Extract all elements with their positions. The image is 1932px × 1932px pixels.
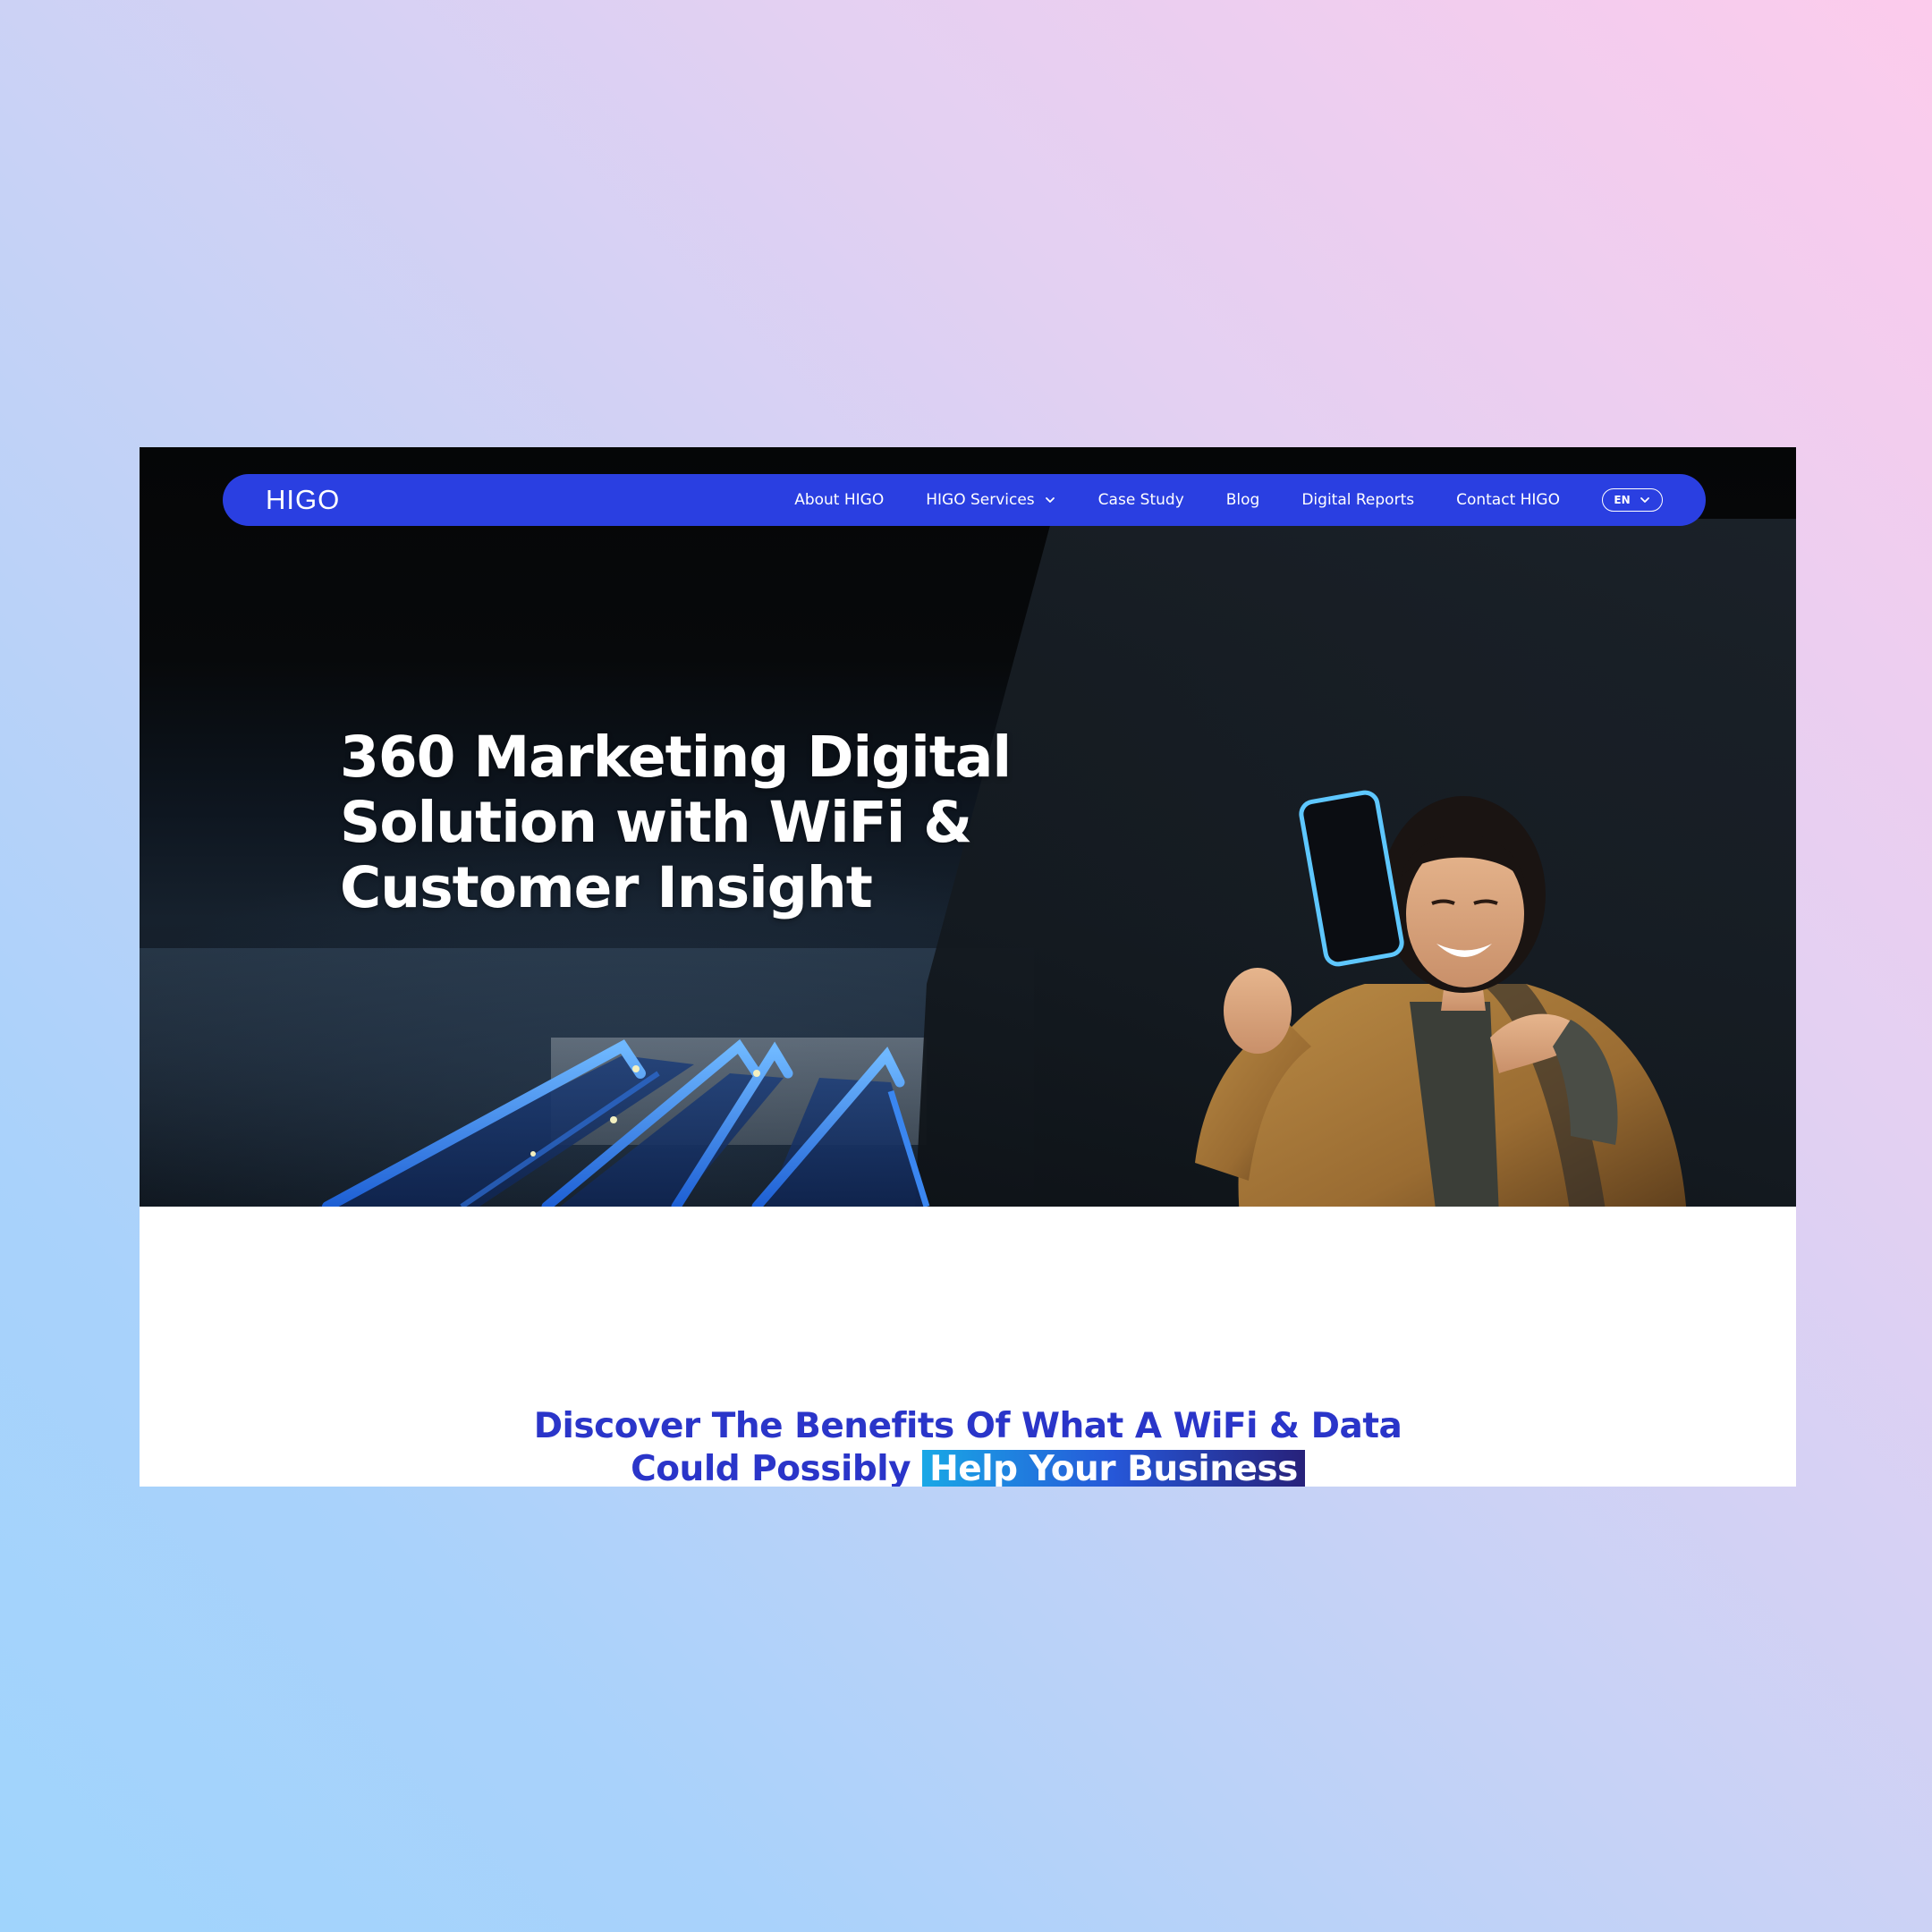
nav-link-digital-reports[interactable]: Digital Reports [1301, 491, 1414, 509]
nav-link-contact[interactable]: Contact HIGO [1456, 491, 1560, 509]
higo-logo[interactable]: HIGO [266, 484, 340, 516]
nav-link-case-study-label: Case Study [1097, 491, 1184, 509]
chevron-down-icon [1640, 497, 1649, 503]
benefits-heading-line-1: Discover The Benefits Of What A WiFi & D… [533, 1406, 1402, 1446]
nav-link-services[interactable]: HIGO Services [926, 491, 1055, 509]
website-screenshot: HIGO About HIGO HIGO Services Case Study… [140, 447, 1796, 1487]
nav-link-blog-label: Blog [1225, 491, 1260, 509]
nav-link-digital-reports-label: Digital Reports [1301, 491, 1415, 509]
benefits-section: Discover The Benefits Of What A WiFi & D… [140, 1207, 1796, 1487]
main-navbar: HIGO About HIGO HIGO Services Case Study… [223, 474, 1706, 526]
benefits-heading: Discover The Benefits Of What A WiFi & D… [140, 1405, 1796, 1487]
nav-link-about[interactable]: About HIGO [794, 491, 884, 509]
chevron-down-icon [1045, 497, 1055, 503]
language-label: EN [1614, 494, 1631, 506]
nav-link-case-study[interactable]: Case Study [1098, 491, 1184, 509]
hero-title: 360 Marketing Digital Solution with WiFi… [340, 724, 1020, 920]
hero-title-line-2: Solution with WiFi & [340, 790, 972, 855]
hero-title-line-3: Customer Insight [340, 855, 873, 920]
nav-link-services-label: HIGO Services [926, 491, 1035, 509]
benefits-heading-highlight: Help Your Business [922, 1450, 1305, 1487]
hero-section: HIGO About HIGO HIGO Services Case Study… [140, 447, 1796, 1207]
nav-links: About HIGO HIGO Services Case Study Blog… [794, 488, 1663, 512]
nav-link-blog[interactable]: Blog [1226, 491, 1260, 509]
nav-link-contact-label: Contact HIGO [1456, 491, 1560, 509]
benefits-heading-line-2: Could Possibly [631, 1449, 911, 1487]
hero-title-line-1: 360 Marketing Digital [340, 724, 1012, 790]
language-selector[interactable]: EN [1602, 488, 1663, 512]
woman-with-phone-image [1195, 790, 1687, 1207]
nav-link-about-label: About HIGO [794, 491, 885, 509]
